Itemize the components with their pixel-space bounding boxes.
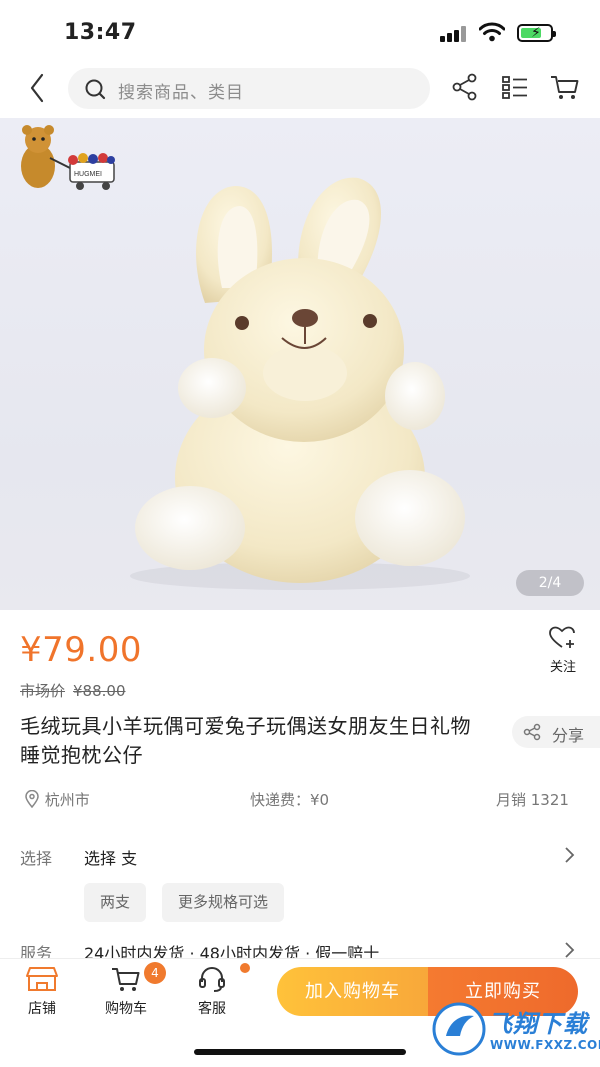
location: 杭州市 xyxy=(24,789,90,810)
notification-dot xyxy=(240,963,250,973)
product-title: 毛绒玩具小羊玩偶可爱兔子玩偶送女朋友生日礼物睡觉抱枕公仔 xyxy=(20,714,471,767)
market-price: ¥88.00 xyxy=(73,682,126,700)
share-label: 分享 xyxy=(552,726,585,745)
cart-icon[interactable] xyxy=(548,70,582,104)
watermark: 飞翔下载 WWW.FXXZ.COM xyxy=(430,998,600,1060)
category-list-icon[interactable] xyxy=(498,70,532,104)
search-bar[interactable]: 搜索商品、类目 xyxy=(68,68,430,109)
spec-chip-more[interactable]: 更多规格可选 xyxy=(162,883,285,922)
select-label: 选择 xyxy=(20,849,53,868)
follow-label: 关注 xyxy=(549,660,576,675)
customer-service-tab[interactable]: 客服 xyxy=(180,965,244,1018)
search-placeholder: 搜索商品、类目 xyxy=(118,83,244,103)
back-icon[interactable] xyxy=(20,68,60,108)
store-label: 店铺 xyxy=(28,1001,56,1017)
headset-icon xyxy=(199,967,225,992)
price: ¥79.00 xyxy=(20,630,142,670)
product-image-carousel[interactable]: HUGMEI 2/4 xyxy=(0,118,600,610)
monthly-sales: 月销 1321 xyxy=(496,791,569,809)
top-nav: 搜索商品、类目 xyxy=(0,62,600,116)
store-tab[interactable]: 店铺 xyxy=(10,965,74,1018)
cellular-signal-icon xyxy=(440,26,468,42)
chevron-right-icon[interactable] xyxy=(562,846,576,864)
watermark-logo-icon xyxy=(432,1002,486,1056)
cart-count-badge: 4 xyxy=(144,962,166,984)
chevron-right-icon[interactable] xyxy=(562,941,576,959)
customer-service-label: 客服 xyxy=(198,1001,226,1017)
spec-chip-two[interactable]: 两支 xyxy=(84,883,147,922)
store-icon xyxy=(26,967,58,991)
cart-icon xyxy=(112,968,140,991)
wifi-icon xyxy=(479,22,505,42)
bunny-plush-image: HUGMEI xyxy=(21,125,470,590)
cart-label: 购物车 xyxy=(105,1001,147,1017)
location-text: 杭州市 xyxy=(44,791,90,809)
home-indicator[interactable] xyxy=(194,1049,406,1055)
share-icon xyxy=(523,723,541,741)
add-to-cart-button[interactable]: 加入购物车 xyxy=(277,967,428,1016)
status-bar: 13:47 ⚡ xyxy=(0,0,600,62)
market-price-label: 市场价 xyxy=(20,682,66,700)
shipping-fee: 快递费：¥0 xyxy=(250,791,330,809)
heart-plus-icon xyxy=(549,626,575,648)
image-counter: 2/4 xyxy=(516,570,584,596)
brand-logo: HUGMEI xyxy=(21,125,115,190)
watermark-url: WWW.FXXZ.COM xyxy=(490,1038,600,1052)
watermark-title: 飞翔下载 xyxy=(488,1010,588,1038)
battery-icon: ⚡ xyxy=(517,24,556,42)
share-icon[interactable] xyxy=(448,70,482,104)
search-icon xyxy=(85,79,106,100)
select-value[interactable]: 选择 支 xyxy=(84,845,137,869)
location-pin-icon xyxy=(25,789,39,809)
brand-logo-text: HUGMEI xyxy=(74,171,102,178)
follow-button[interactable]: 关注 xyxy=(538,626,588,675)
status-time: 13:47 xyxy=(64,20,137,45)
product-detail-page: 13:47 ⚡ 搜索商品、类目 HUGMEI 2/4 ¥79.00 市场价 ¥8… xyxy=(0,0,600,1067)
market-price-row: 市场价 ¥88.00 xyxy=(20,680,126,701)
share-button[interactable]: 分享 xyxy=(512,716,600,748)
